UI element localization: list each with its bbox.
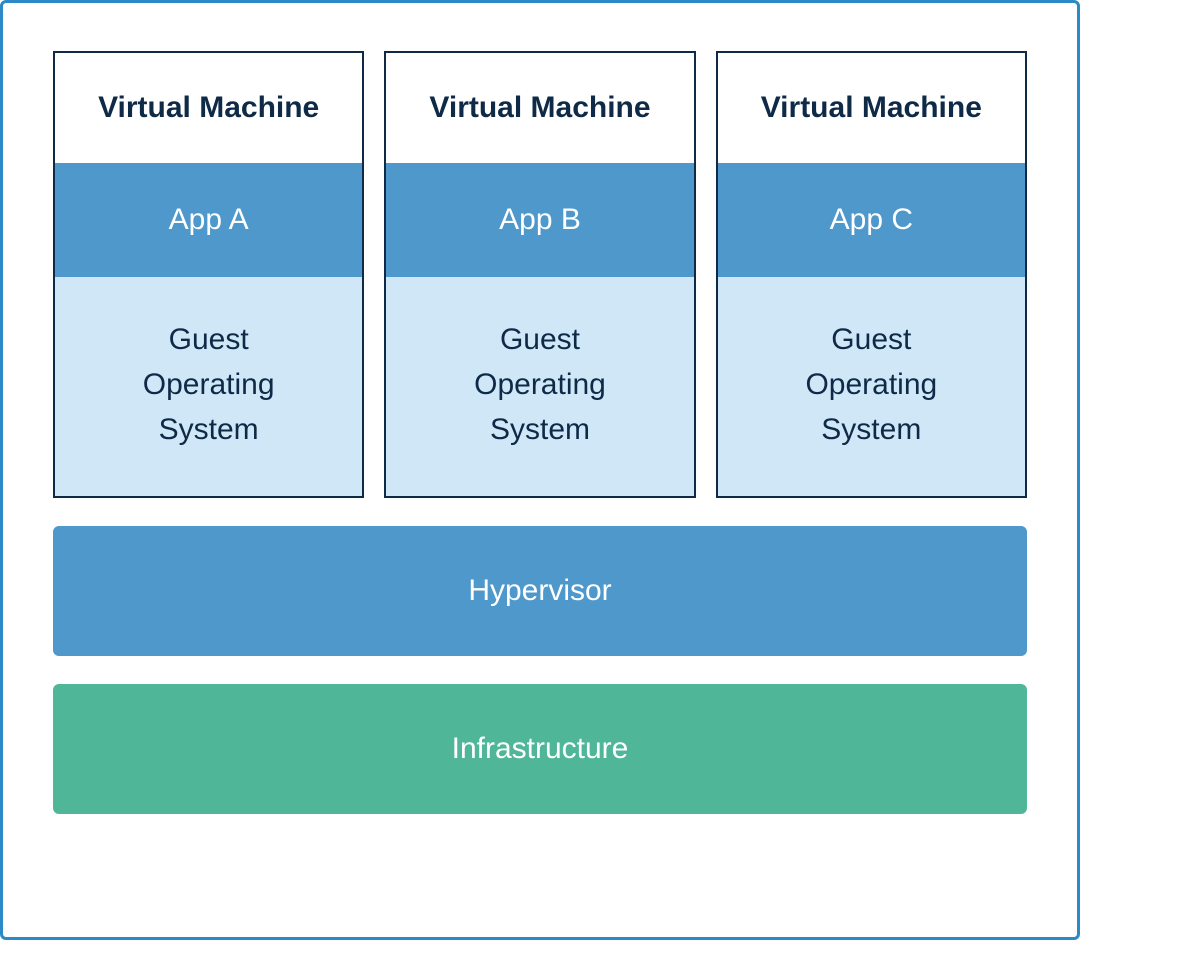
guest-os-line: Guest: [65, 317, 352, 362]
vm-guest-os: Guest Operating System: [386, 277, 693, 496]
vm-guest-os: Guest Operating System: [55, 277, 362, 496]
vm-title: Virtual Machine: [386, 53, 693, 163]
vm-box-c: Virtual Machine App C Guest Operating Sy…: [716, 51, 1027, 498]
vm-title: Virtual Machine: [718, 53, 1025, 163]
infrastructure-layer: Infrastructure: [53, 684, 1027, 814]
vm-architecture-diagram: Virtual Machine App A Guest Operating Sy…: [0, 0, 1080, 940]
guest-os-line: System: [396, 407, 683, 452]
guest-os-line: Guest: [396, 317, 683, 362]
vm-box-a: Virtual Machine App A Guest Operating Sy…: [53, 51, 364, 498]
vm-title: Virtual Machine: [55, 53, 362, 163]
vm-app-label: App A: [55, 163, 362, 277]
vm-guest-os: Guest Operating System: [718, 277, 1025, 496]
vm-app-label: App C: [718, 163, 1025, 277]
hypervisor-layer: Hypervisor: [53, 526, 1027, 656]
guest-os-line: System: [728, 407, 1015, 452]
vm-app-label: App B: [386, 163, 693, 277]
vm-box-b: Virtual Machine App B Guest Operating Sy…: [384, 51, 695, 498]
guest-os-line: Operating: [65, 362, 352, 407]
vms-row: Virtual Machine App A Guest Operating Sy…: [53, 51, 1027, 498]
guest-os-line: Operating: [396, 362, 683, 407]
guest-os-line: Operating: [728, 362, 1015, 407]
guest-os-line: Guest: [728, 317, 1015, 362]
guest-os-line: System: [65, 407, 352, 452]
